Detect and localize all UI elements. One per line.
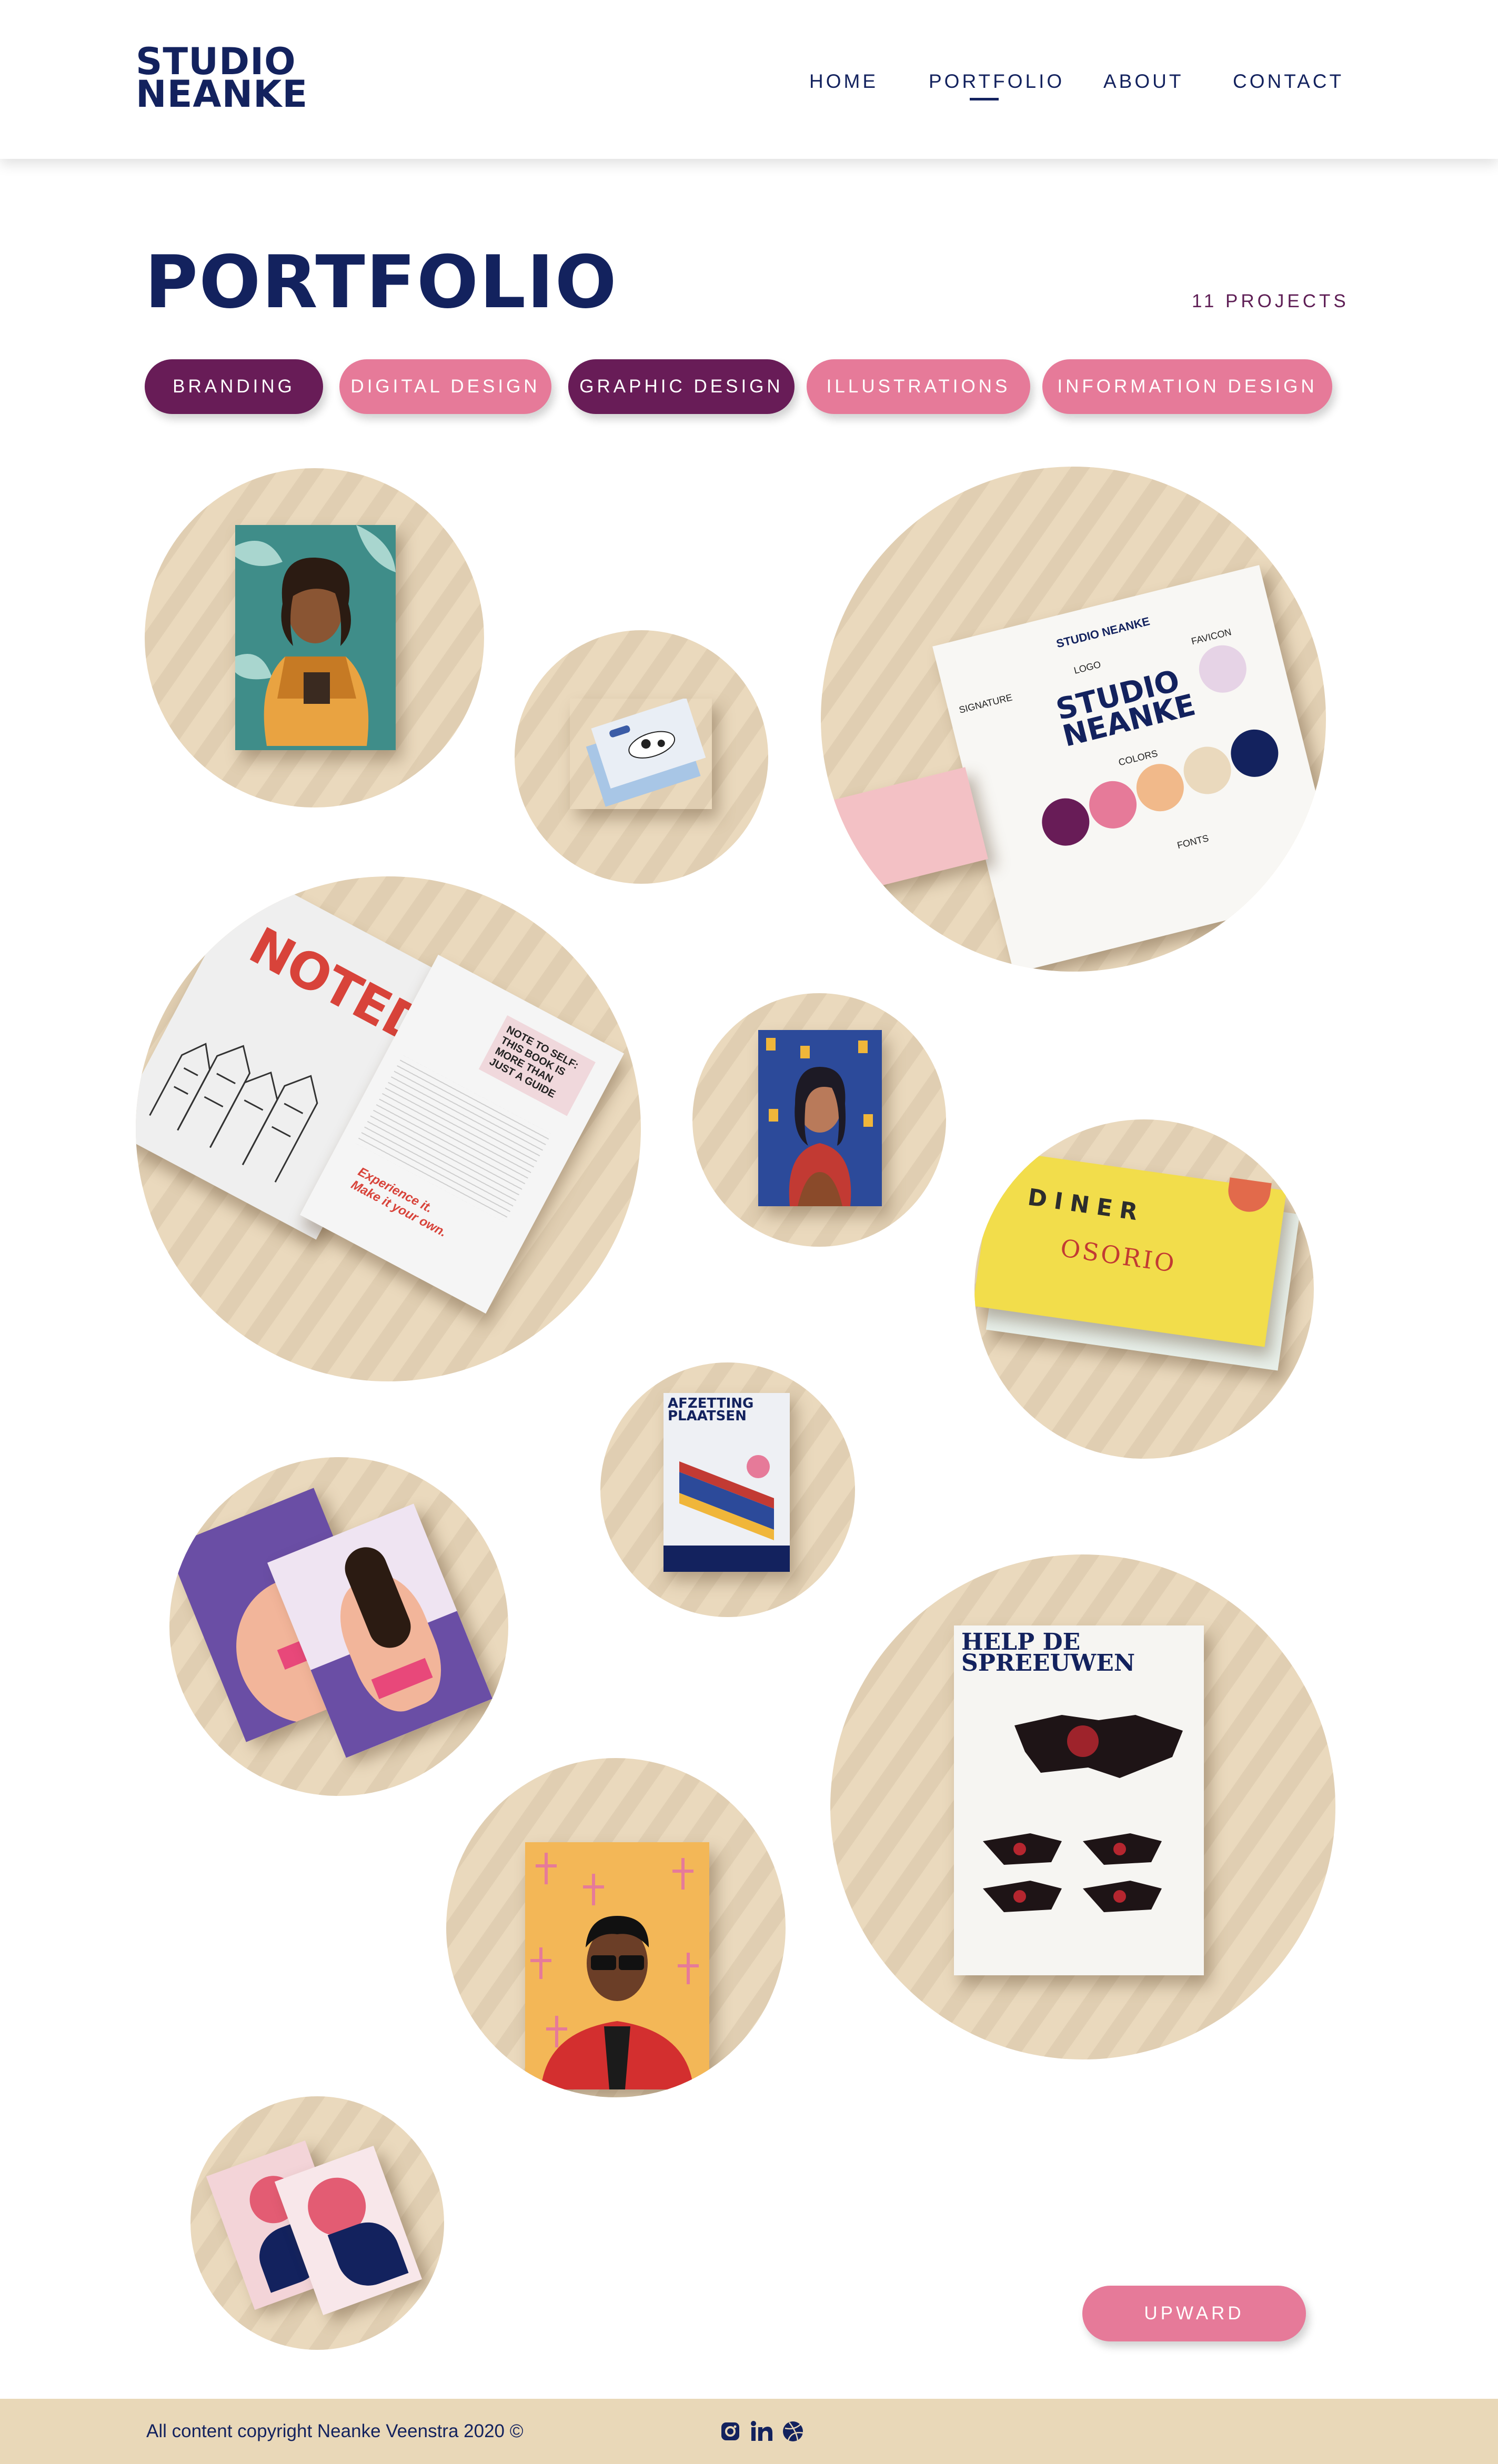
filter-information-design[interactable]: INFORMATION DESIGN (1042, 359, 1332, 414)
swatch-sand (1179, 741, 1236, 800)
poster-mockup (758, 1030, 882, 1206)
sheet-fonts-label: FONTS (1176, 833, 1210, 851)
project-count: 11 PROJECTS (1192, 291, 1349, 311)
project-card-noted-guide[interactable]: NOTED. NOTE TO SELF: THIS BOOK IS MORE T… (136, 876, 641, 1381)
dribbble-icon[interactable] (781, 2419, 805, 2444)
favicon-avatar (1194, 640, 1252, 698)
project-card-brand-style-guide[interactable]: STUDIO NEANKE SIGNATURE LOGO FAVICON STU… (821, 467, 1326, 972)
note-to-self: NOTE TO SELF: THIS BOOK IS MORE THAN JUS… (478, 1015, 596, 1116)
sheet-heading: STUDIO NEANKE (1054, 614, 1151, 651)
project-card-help-de-spreeuwen[interactable]: HELP DE SPREEUWEN (830, 1554, 1335, 2059)
project-card-bikini-magazine[interactable] (169, 1457, 508, 1796)
project-card-red-suit-portrait[interactable] (446, 1758, 786, 2097)
project-card-fries-illustration[interactable] (692, 993, 946, 1247)
filter-digital-design[interactable]: DIGITAL DESIGN (339, 359, 551, 414)
card-mockup (586, 699, 706, 807)
poster-footer-band (663, 1546, 790, 1572)
project-card-diner-osorio[interactable]: DINER OSORIO (974, 1119, 1314, 1459)
main-nav: HOME PORTFOLIO ABOUT CONTACT (0, 70, 1498, 102)
filter-illustrations[interactable]: ILLUSTRATIONS (807, 359, 1030, 414)
sheet-logo-label: LOGO (1072, 659, 1102, 676)
spreeuwen-line-2: SPREEUWEN (961, 1650, 1135, 1677)
site-footer: All content copyright Neanke Veenstra 20… (0, 2399, 1498, 2464)
sheet-logo: STUDIO NEANKE (1053, 663, 1199, 753)
linkedin-icon[interactable] (750, 2419, 774, 2444)
site-header: STUDIO NEANKE HOME PORTFOLIO ABOUT CONTA… (0, 0, 1498, 159)
diner-line-2: OSORIO (1059, 1234, 1178, 1278)
nav-contact[interactable]: CONTACT (1233, 70, 1344, 93)
upward-button[interactable]: UPWARD (1082, 2286, 1306, 2341)
page: STUDIO NEANKE HOME PORTFOLIO ABOUT CONTA… (0, 0, 1498, 2464)
sheet-favicon-label: FAVICON (1190, 627, 1233, 647)
filter-branding[interactable]: BRANDING (145, 359, 323, 414)
nav-active-indicator (970, 98, 999, 100)
swatch-pink (1084, 776, 1142, 834)
page-title: PORTFOLIO (145, 240, 618, 325)
afzetting-title: AFZETTING PLAATSEN (668, 1397, 753, 1424)
map-illustrations (983, 1715, 1183, 1912)
spreeuwen-title: HELP DE SPREEUWEN (961, 1631, 1135, 1677)
swatch-navy (1225, 724, 1283, 782)
project-card-cow-cards[interactable] (515, 630, 768, 884)
sheet-signature-label: SIGNATURE (958, 692, 1013, 715)
instagram-icon[interactable] (719, 2419, 741, 2444)
project-card-afzetting-plaatsen[interactable]: AFZETTING PLAATSEN (600, 1362, 855, 1617)
project-card-floral-cards[interactable] (190, 2096, 444, 2350)
filter-graphic-design[interactable]: GRAPHIC DESIGN (568, 359, 795, 414)
nav-about[interactable]: ABOUT (1103, 70, 1183, 93)
swatch-plum (1037, 793, 1094, 851)
copyright-text: All content copyright Neanke Veenstra 20… (146, 2421, 524, 2441)
poster-mockup (235, 525, 396, 750)
diner-line-1: DINER (1026, 1184, 1147, 1227)
isometric-chart (679, 1455, 774, 1540)
poster-mockup (525, 1842, 709, 2089)
swatch-peach (1131, 759, 1189, 816)
infographic-poster: AFZETTING PLAATSEN (663, 1393, 790, 1572)
infographic-poster: HELP DE SPREEUWEN (954, 1625, 1204, 1975)
project-card-illustration-portrait[interactable] (145, 468, 484, 807)
afzetting-line-2: PLAATSEN (668, 1408, 747, 1424)
nav-home[interactable]: HOME (809, 70, 878, 93)
nav-portfolio[interactable]: PORTFOLIO (929, 70, 1064, 93)
bowl-illustration (1225, 1177, 1272, 1215)
